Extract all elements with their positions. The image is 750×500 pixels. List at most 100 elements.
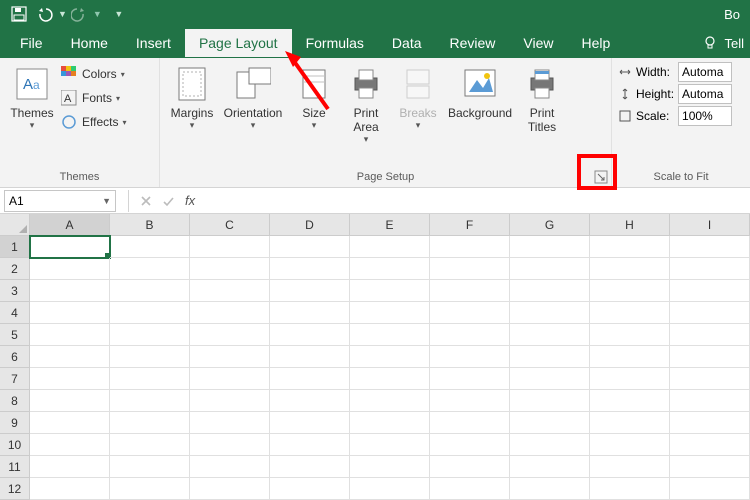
grid-cell[interactable] (190, 456, 270, 478)
row-header[interactable]: 5 (0, 324, 30, 346)
grid-cell[interactable] (430, 324, 510, 346)
grid-cell[interactable] (430, 456, 510, 478)
grid-cell[interactable] (190, 478, 270, 500)
grid-cell[interactable] (670, 368, 750, 390)
grid-cell[interactable] (670, 412, 750, 434)
tab-data[interactable]: Data (378, 29, 436, 57)
grid-cell[interactable] (30, 258, 110, 280)
width-input[interactable]: Automa (678, 62, 732, 82)
grid-cell[interactable] (430, 478, 510, 500)
grid-cell[interactable] (270, 302, 350, 324)
grid-cell[interactable] (590, 346, 670, 368)
grid-cell[interactable] (350, 236, 430, 258)
page-setup-dialog-launcher[interactable] (594, 170, 608, 184)
grid-cell[interactable] (350, 456, 430, 478)
grid-cell[interactable] (590, 412, 670, 434)
undo-caret-icon[interactable]: ▼ (58, 9, 67, 19)
grid-cell[interactable] (190, 258, 270, 280)
grid-cell[interactable] (670, 456, 750, 478)
grid-cell[interactable] (350, 346, 430, 368)
grid-cell[interactable] (510, 324, 590, 346)
grid-cell[interactable] (30, 324, 110, 346)
grid-cell[interactable] (270, 434, 350, 456)
grid-cell[interactable] (30, 390, 110, 412)
grid-cell[interactable] (510, 412, 590, 434)
grid-cell[interactable] (670, 302, 750, 324)
grid-cell[interactable] (110, 302, 190, 324)
grid-cell[interactable] (590, 324, 670, 346)
grid-cell[interactable] (670, 258, 750, 280)
effects-button[interactable]: Effects▾ (60, 110, 126, 134)
scale-input[interactable]: 100% (678, 106, 732, 126)
qat-customize-icon[interactable]: ▼ (110, 5, 128, 23)
row-header[interactable]: 12 (0, 478, 30, 500)
save-icon[interactable] (10, 5, 28, 23)
grid-cell[interactable] (510, 302, 590, 324)
grid-cell[interactable] (270, 324, 350, 346)
tab-insert[interactable]: Insert (122, 29, 185, 57)
grid-cell[interactable] (590, 302, 670, 324)
grid-cell[interactable] (430, 258, 510, 280)
grid-cell[interactable] (350, 258, 430, 280)
tab-formulas[interactable]: Formulas (292, 29, 378, 57)
grid-cell[interactable] (270, 478, 350, 500)
grid-cell[interactable] (190, 346, 270, 368)
column-header[interactable]: B (110, 214, 190, 236)
tab-page-layout[interactable]: Page Layout (185, 29, 292, 57)
grid-cell[interactable] (430, 346, 510, 368)
grid-cell[interactable] (110, 258, 190, 280)
chevron-down-icon[interactable]: ▼ (102, 196, 111, 206)
grid-cell[interactable] (350, 478, 430, 500)
grid-cell[interactable] (190, 324, 270, 346)
worksheet-grid[interactable]: ABCDEFGHI 123456789101112 (0, 214, 750, 500)
background-button[interactable]: Background (444, 62, 516, 122)
grid-cell[interactable] (110, 346, 190, 368)
colors-button[interactable]: Colors▾ (60, 62, 126, 86)
select-all-cell[interactable] (0, 214, 30, 236)
orientation-button[interactable]: Orientation▾ (218, 62, 288, 133)
grid-cell[interactable] (430, 434, 510, 456)
grid-cell[interactable] (110, 280, 190, 302)
grid-cell[interactable] (190, 412, 270, 434)
grid-cell[interactable] (30, 236, 110, 258)
grid-cell[interactable] (510, 280, 590, 302)
column-header[interactable]: D (270, 214, 350, 236)
row-header[interactable]: 6 (0, 346, 30, 368)
print-area-button[interactable]: Print Area▾ (340, 62, 392, 147)
grid-cell[interactable] (30, 478, 110, 500)
tab-home[interactable]: Home (57, 29, 122, 57)
grid-cell[interactable] (30, 302, 110, 324)
grid-cell[interactable] (590, 478, 670, 500)
grid-cell[interactable] (590, 456, 670, 478)
grid-cell[interactable] (190, 280, 270, 302)
row-header[interactable]: 3 (0, 280, 30, 302)
grid-cell[interactable] (430, 236, 510, 258)
grid-cell[interactable] (30, 456, 110, 478)
grid-cell[interactable] (670, 324, 750, 346)
grid-cell[interactable] (350, 434, 430, 456)
grid-cell[interactable] (350, 390, 430, 412)
grid-cell[interactable] (190, 390, 270, 412)
grid-cell[interactable] (270, 258, 350, 280)
grid-cell[interactable] (670, 236, 750, 258)
row-header[interactable]: 1 (0, 236, 30, 258)
grid-cell[interactable] (590, 434, 670, 456)
undo-icon[interactable] (36, 5, 54, 23)
column-header[interactable]: F (430, 214, 510, 236)
grid-cell[interactable] (270, 412, 350, 434)
grid-cell[interactable] (510, 346, 590, 368)
grid-cell[interactable] (350, 302, 430, 324)
grid-cell[interactable] (270, 236, 350, 258)
grid-cell[interactable] (510, 456, 590, 478)
grid-cell[interactable] (590, 280, 670, 302)
grid-cell[interactable] (430, 412, 510, 434)
grid-cell[interactable] (30, 434, 110, 456)
grid-cell[interactable] (110, 390, 190, 412)
grid-cell[interactable] (110, 456, 190, 478)
grid-cell[interactable] (670, 390, 750, 412)
fonts-button[interactable]: A Fonts▾ (60, 86, 126, 110)
grid-cell[interactable] (590, 390, 670, 412)
grid-cell[interactable] (190, 302, 270, 324)
breaks-button[interactable]: Breaks▾ (392, 62, 444, 133)
grid-cell[interactable] (430, 280, 510, 302)
